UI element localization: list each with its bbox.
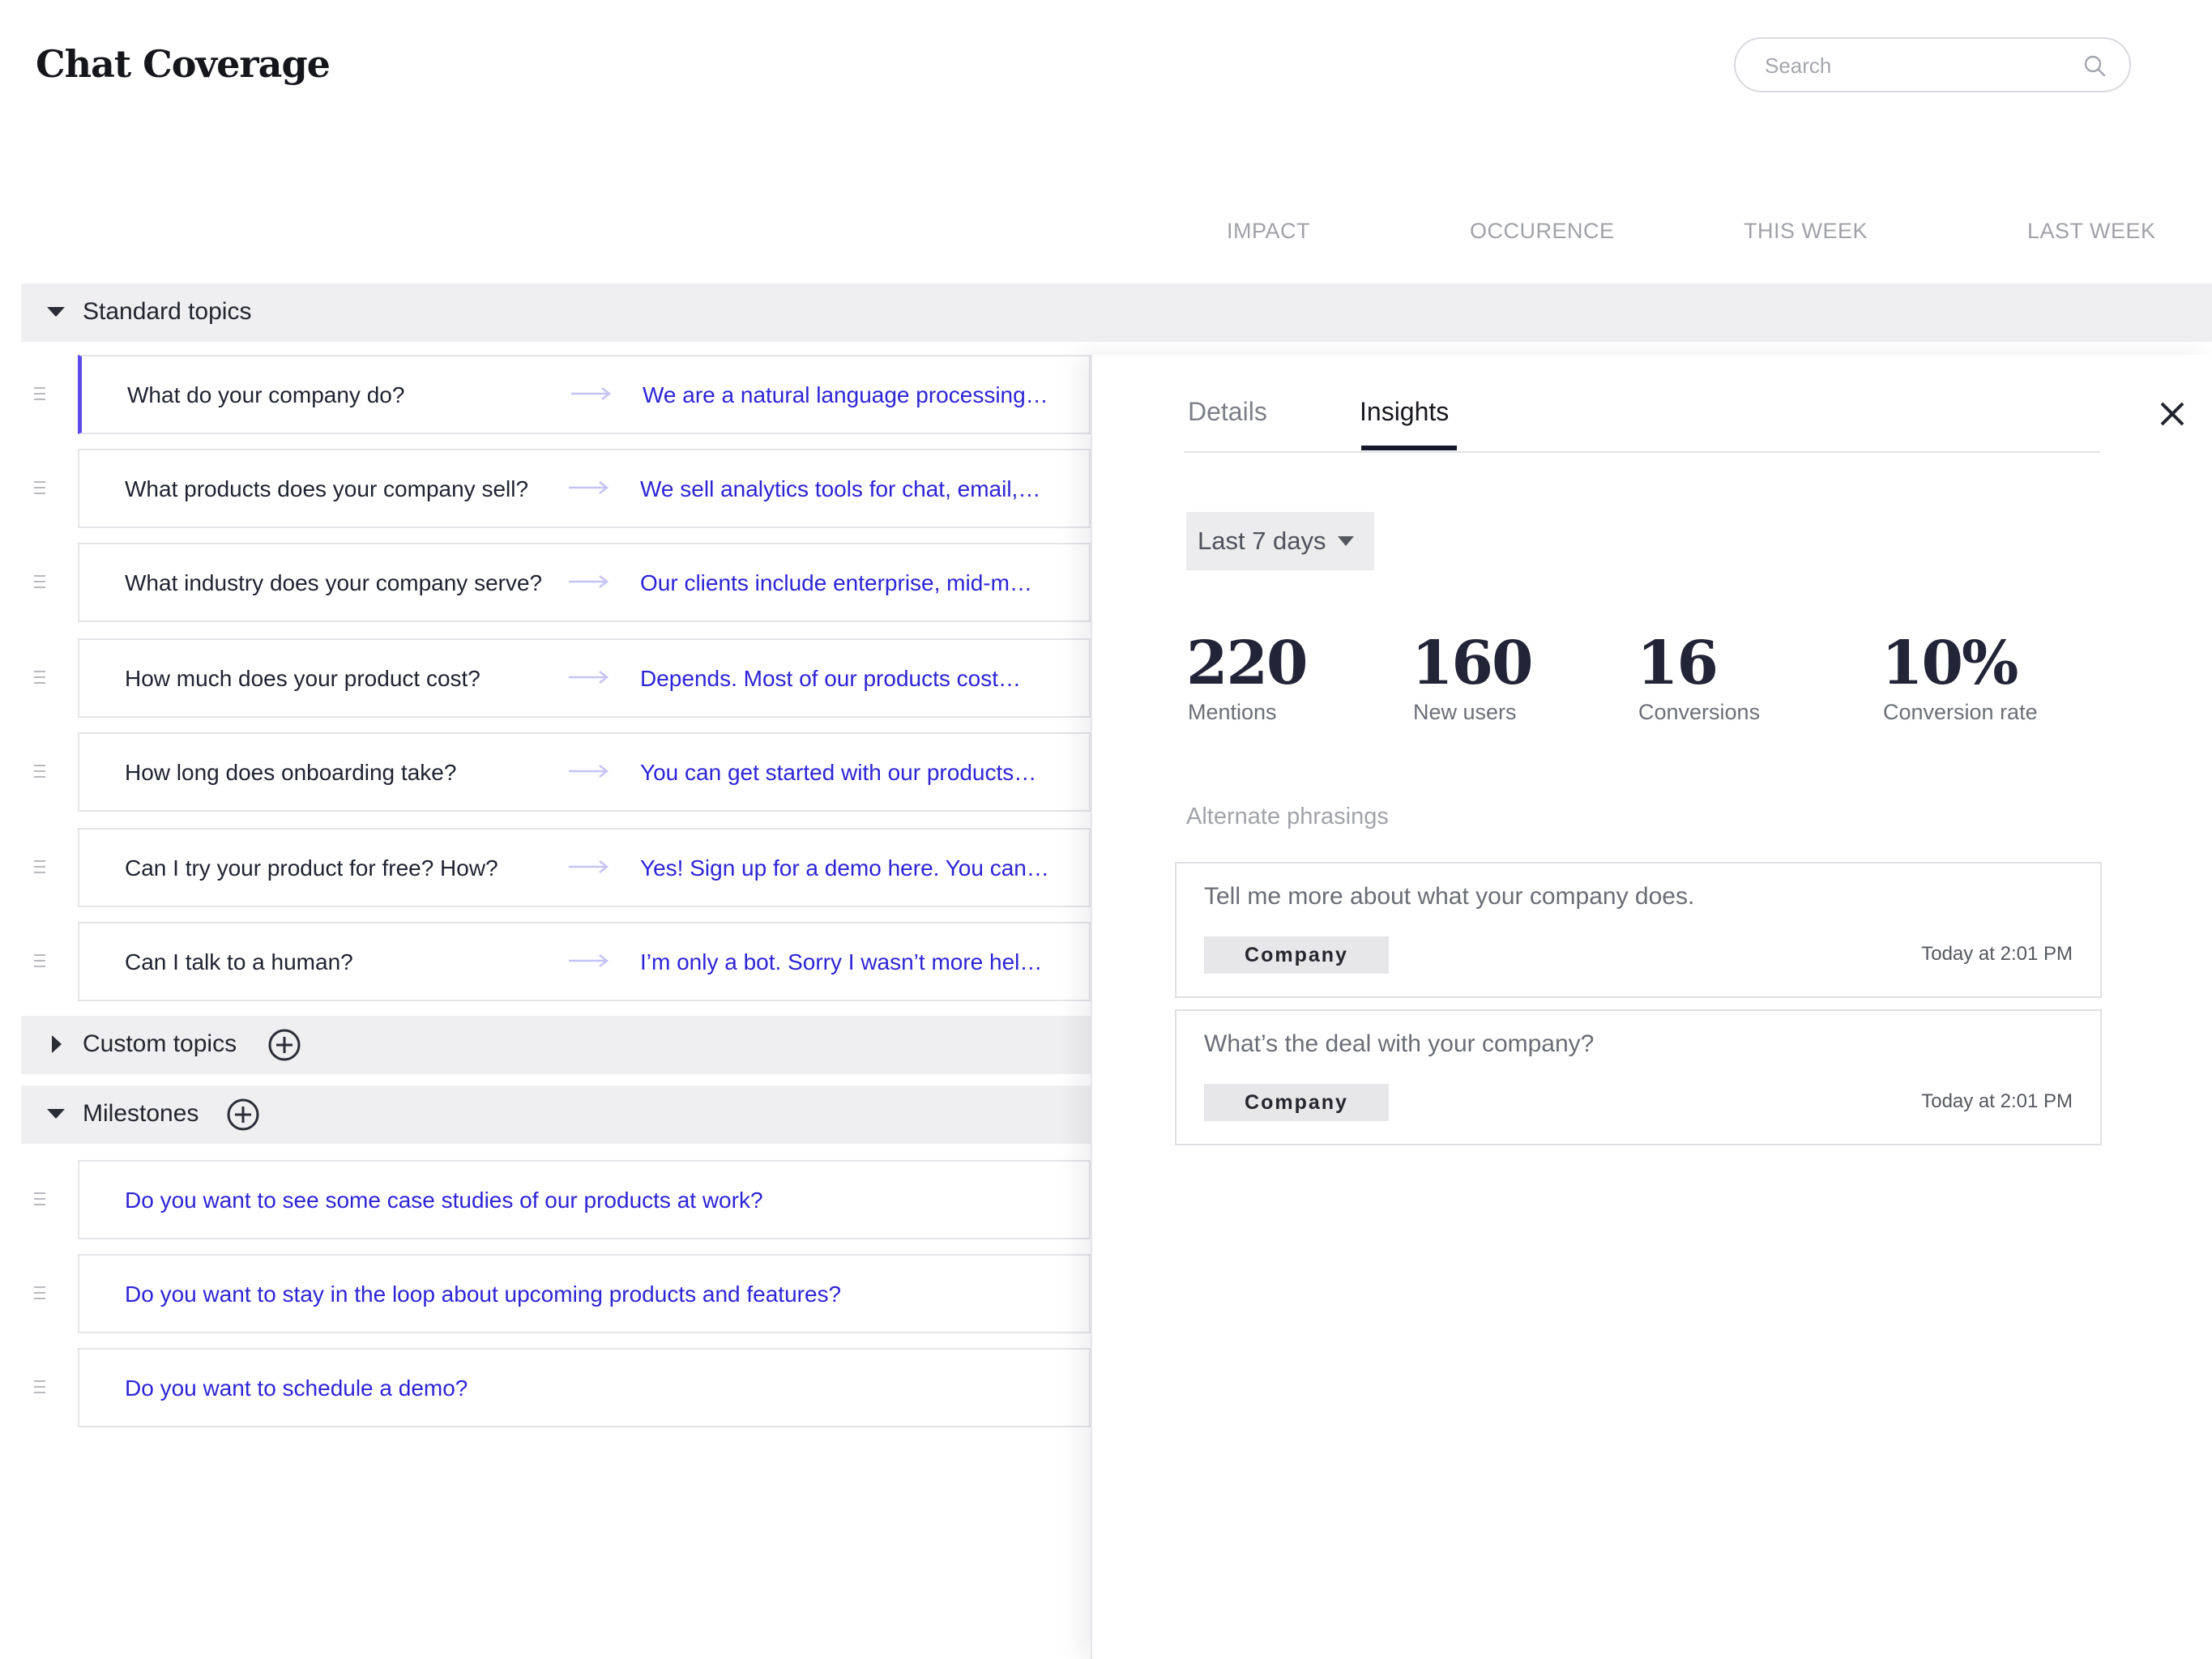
chevron-down-icon xyxy=(1338,536,1354,546)
arrow-right-icon xyxy=(571,387,612,400)
topic-row[interactable]: How long does onboarding take? You can g… xyxy=(78,732,1091,812)
topic-answer[interactable]: Our clients include enterprise, mid-m… xyxy=(640,570,1032,596)
column-header-last-week[interactable]: LAST WEEK xyxy=(2027,219,2156,244)
topic-answer[interactable]: We are a natural language processing… xyxy=(643,382,1048,408)
date-range-label: Last 7 days xyxy=(1198,527,1326,555)
column-header-impact[interactable]: IMPACT xyxy=(1227,219,1310,244)
topic-answer[interactable]: Depends. Most of our products cost… xyxy=(640,666,1021,692)
topic-question: What products does your company sell? xyxy=(125,476,529,501)
topic-row[interactable]: What industry does your company serve? O… xyxy=(78,543,1091,622)
topic-row[interactable]: Can I try your product for free? How? Ye… xyxy=(78,828,1091,907)
tab-details[interactable]: Details xyxy=(1188,397,1267,427)
topic-answer[interactable]: Yes! Sign up for a demo here. You can… xyxy=(640,855,1049,881)
drag-handle-icon[interactable] xyxy=(32,574,47,590)
arrow-right-icon xyxy=(569,575,609,588)
page-title: Chat Coverage xyxy=(36,42,331,86)
add-circle-icon[interactable] xyxy=(267,1028,301,1062)
arrow-right-icon xyxy=(569,765,609,778)
topic-answer[interactable]: You can get started with our products… xyxy=(640,760,1036,786)
stat-mentions-label: Mentions xyxy=(1188,700,1277,724)
topic-row[interactable]: Can I talk to a human? I’m only a bot. S… xyxy=(78,922,1091,1001)
arrow-right-icon xyxy=(569,671,609,684)
topic-question: Can I talk to a human? xyxy=(125,949,353,975)
drag-handle-icon[interactable] xyxy=(32,953,47,969)
topic-answer[interactable]: We sell analytics tools for chat, email,… xyxy=(640,476,1040,502)
tab-insights[interactable]: Insights xyxy=(1360,397,1449,427)
phrasing-timestamp: Today at 2:01 PM xyxy=(1921,1090,2073,1112)
section-milestones[interactable]: Milestones xyxy=(21,1085,1091,1144)
milestone-row[interactable]: Do you want to stay in the loop about up… xyxy=(78,1254,1091,1333)
caret-down-icon[interactable] xyxy=(45,1103,66,1124)
date-range-dropdown[interactable]: Last 7 days xyxy=(1186,512,1374,570)
milestone-text[interactable]: Do you want to stay in the loop about up… xyxy=(125,1282,841,1307)
caret-right-icon[interactable] xyxy=(45,1034,66,1055)
topic-row[interactable]: How much does your product cost? Depends… xyxy=(78,638,1091,718)
caret-down-icon[interactable] xyxy=(45,301,66,322)
phrasing-text: Tell me more about what your company doe… xyxy=(1204,883,1695,910)
search-input[interactable] xyxy=(1763,39,2074,92)
phrasing-tag[interactable]: Company xyxy=(1204,1084,1389,1121)
add-circle-icon[interactable] xyxy=(226,1098,260,1132)
search-icon[interactable] xyxy=(2082,53,2107,78)
topic-question: Can I try your product for free? How? xyxy=(125,855,498,881)
active-tab-indicator xyxy=(1361,446,1457,450)
topic-question: How much does your product cost? xyxy=(125,666,480,691)
section-custom-topics[interactable]: Custom topics xyxy=(21,1016,1091,1074)
column-header-occurence[interactable]: OCCURENCE xyxy=(1470,219,1615,244)
milestone-row[interactable]: Do you want to schedule a demo? xyxy=(78,1348,1091,1427)
section-standard-topics[interactable]: Standard topics xyxy=(21,284,2212,342)
milestone-text[interactable]: Do you want to see some case studies of … xyxy=(125,1188,763,1213)
stat-conversions-value: 16 xyxy=(1637,629,1719,698)
stat-conversions-label: Conversions xyxy=(1638,700,1761,724)
topic-question: What do your company do? xyxy=(127,382,405,407)
drag-handle-icon[interactable] xyxy=(32,1285,47,1301)
drag-handle-icon[interactable] xyxy=(32,386,47,402)
phrasing-text: What’s the deal with your company? xyxy=(1204,1030,1595,1057)
topic-question: How long does onboarding take? xyxy=(125,760,457,785)
arrow-right-icon xyxy=(569,481,609,494)
column-header-this-week[interactable]: THIS WEEK xyxy=(1744,219,1868,244)
search-box[interactable] xyxy=(1734,37,2131,92)
milestone-text[interactable]: Do you want to schedule a demo? xyxy=(125,1375,468,1401)
stat-new-users-label: New users xyxy=(1413,700,1517,724)
drag-handle-icon[interactable] xyxy=(32,859,47,875)
drag-handle-icon[interactable] xyxy=(32,669,47,685)
topic-row[interactable]: What do your company do? We are a natura… xyxy=(78,355,1091,434)
alternate-phrasings-heading: Alternate phrasings xyxy=(1186,804,1389,830)
insights-panel: Details Insights Last 7 days 220 Mention… xyxy=(1091,355,2212,1659)
topic-question: What industry does your company serve? xyxy=(125,570,543,595)
section-label: Standard topics xyxy=(83,298,252,325)
stat-new-users-value: 160 xyxy=(1411,629,1533,698)
close-icon[interactable] xyxy=(2159,400,2186,428)
arrow-right-icon xyxy=(569,954,609,967)
phrasing-tag[interactable]: Company xyxy=(1204,936,1389,974)
topic-row[interactable]: What products does your company sell? We… xyxy=(78,449,1091,528)
drag-handle-icon[interactable] xyxy=(32,1191,47,1207)
stat-conversion-rate-value: 10% xyxy=(1881,629,2018,698)
drag-handle-icon[interactable] xyxy=(32,480,47,496)
section-label: Custom topics xyxy=(83,1030,237,1057)
stat-mentions-value: 220 xyxy=(1186,629,1308,698)
milestone-row[interactable]: Do you want to see some case studies of … xyxy=(78,1160,1091,1239)
drag-handle-icon[interactable] xyxy=(32,1379,47,1395)
phrasing-card[interactable]: What’s the deal with your company? Compa… xyxy=(1175,1009,2102,1145)
drag-handle-icon[interactable] xyxy=(32,763,47,779)
stat-conversion-rate-label: Conversion rate xyxy=(1883,700,2038,724)
section-label: Milestones xyxy=(83,1100,199,1127)
arrow-right-icon xyxy=(569,860,609,873)
phrasing-timestamp: Today at 2:01 PM xyxy=(1921,943,2073,965)
phrasing-card[interactable]: Tell me more about what your company doe… xyxy=(1175,862,2102,998)
tab-divider xyxy=(1185,451,2100,453)
topic-answer[interactable]: I’m only a bot. Sorry I wasn’t more hel… xyxy=(640,949,1042,975)
